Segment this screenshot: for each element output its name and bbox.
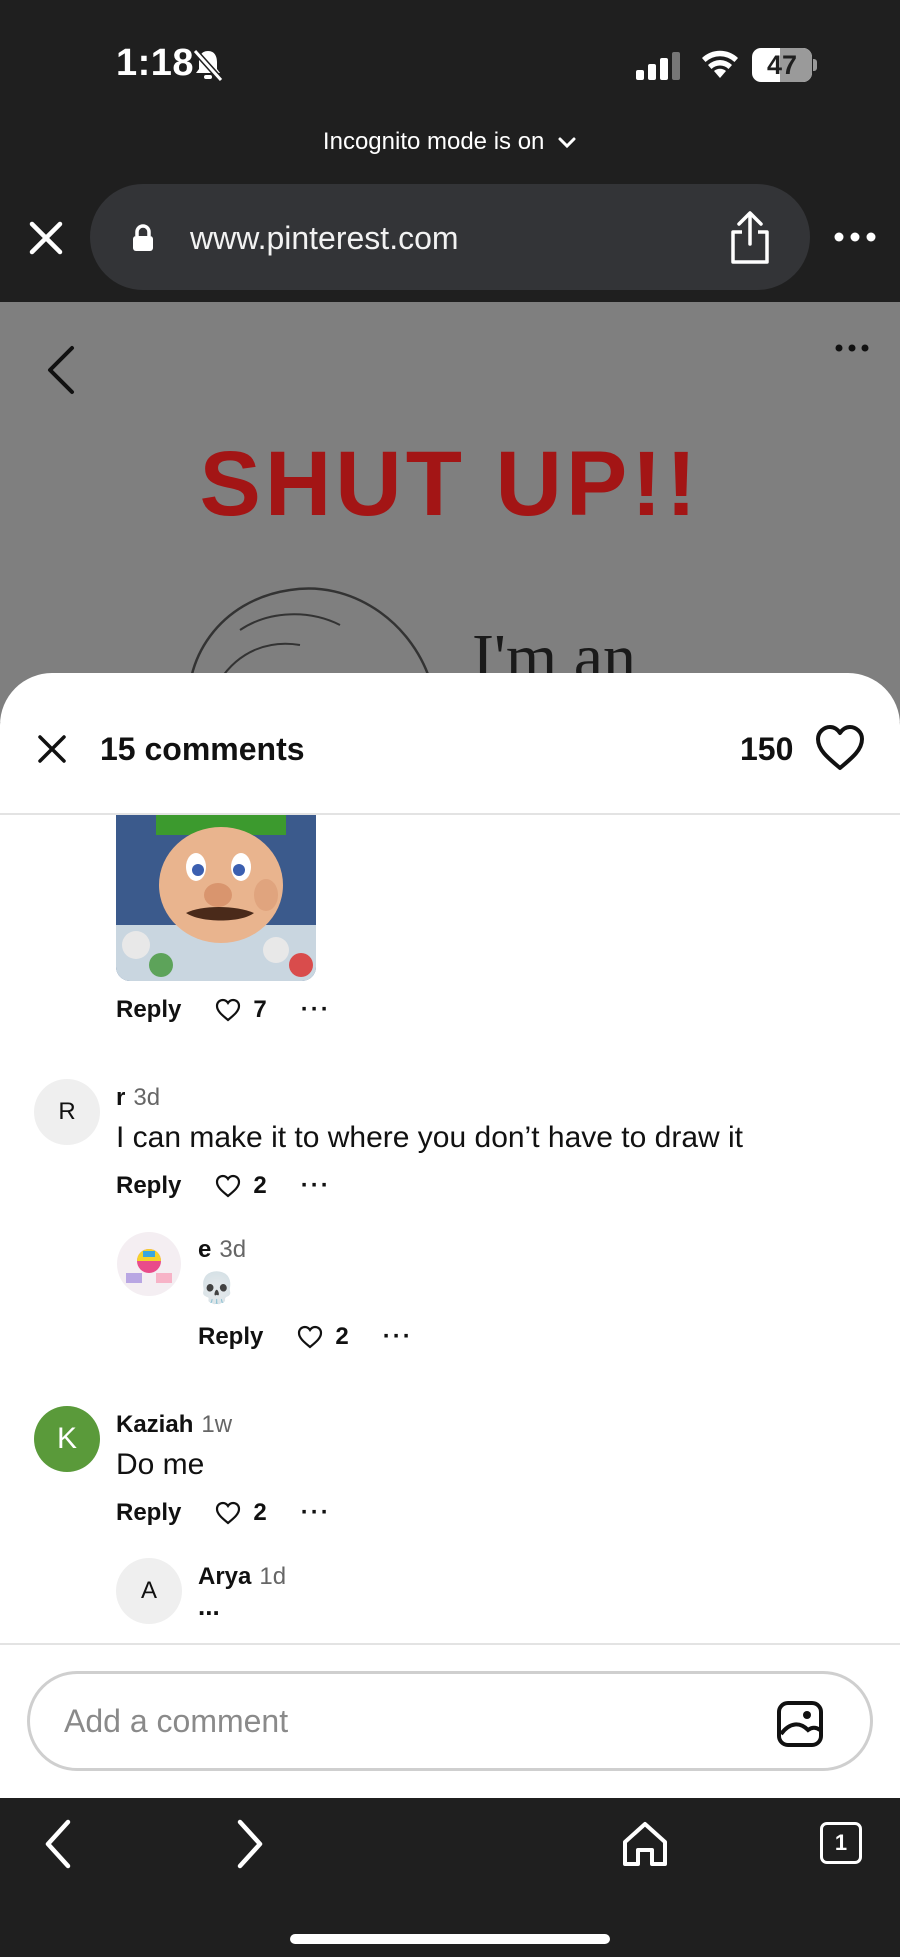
- status-bar: 1:18 47: [0, 0, 900, 120]
- more-options-icon[interactable]: ···: [301, 996, 331, 1024]
- close-comments-icon[interactable]: [32, 729, 72, 769]
- avatar[interactable]: [116, 1231, 182, 1297]
- comment-age: 3d: [219, 1236, 247, 1263]
- browser-menu-icon[interactable]: [830, 222, 880, 252]
- like-count: 2: [253, 1499, 267, 1526]
- tabs-button[interactable]: 1: [820, 1822, 862, 1864]
- like-count: 2: [335, 1323, 349, 1350]
- tab-count: 1: [834, 1830, 848, 1855]
- comment-age: 3d: [133, 1084, 161, 1111]
- image-picker-icon[interactable]: [776, 1700, 824, 1748]
- comment-input-bar: [0, 1643, 900, 1798]
- lock-icon: [133, 224, 153, 251]
- battery-indicator: 47: [752, 48, 817, 82]
- close-icon[interactable]: [22, 214, 70, 262]
- like-count: 7: [253, 996, 267, 1023]
- comment-text: 💀: [198, 1271, 236, 1306]
- comment-text: I can make it to where you don’t have to…: [116, 1121, 743, 1154]
- pin-image-area: SHUT UP!! I'm an: [0, 302, 900, 722]
- battery-percent: 47: [766, 50, 798, 80]
- cellular-signal-icon: [636, 52, 680, 80]
- reply-button[interactable]: Reply: [116, 1499, 181, 1527]
- comment-author[interactable]: r: [116, 1084, 125, 1111]
- avatar[interactable]: R: [34, 1079, 100, 1145]
- reply-author-line: Arya 1d: [198, 1563, 286, 1591]
- reply-button[interactable]: Reply: [116, 996, 181, 1024]
- comment-author[interactable]: Arya: [198, 1563, 251, 1590]
- wifi-icon: [702, 50, 738, 78]
- comment-age: 1d: [259, 1563, 287, 1590]
- comment-text: ...: [198, 1591, 220, 1621]
- comment-author-line: r 3d: [116, 1084, 160, 1112]
- incognito-label: Incognito mode is on: [322, 128, 545, 155]
- reply-author-line: e 3d: [198, 1236, 246, 1264]
- like-count: 2: [253, 1172, 267, 1199]
- chevron-down-icon: [558, 137, 576, 148]
- pin-likes-count: 150: [740, 731, 794, 767]
- back-arrow-icon[interactable]: [40, 342, 80, 398]
- url-text: www.pinterest.com: [190, 220, 459, 256]
- reply-button[interactable]: Reply: [198, 1323, 263, 1351]
- avatar[interactable]: K: [34, 1406, 100, 1472]
- comments-count: 15 comments: [100, 731, 305, 767]
- comment-gif-image[interactable]: [116, 815, 316, 981]
- avatar[interactable]: A: [116, 1558, 182, 1624]
- nav-back-icon[interactable]: [40, 1818, 76, 1870]
- comments-sheet: 15 comments 150 Reply 7 ··· R r 3d I can …: [0, 673, 900, 1798]
- incognito-notice[interactable]: Incognito mode is on: [0, 128, 900, 156]
- comment-age: 1w: [201, 1411, 233, 1438]
- heart-icon[interactable]: [297, 1325, 323, 1349]
- more-options-icon[interactable]: ···: [383, 1323, 413, 1351]
- more-options-icon[interactable]: ···: [301, 1499, 331, 1527]
- comment-actions: Reply 2 ···: [116, 1499, 331, 1527]
- home-indicator[interactable]: [290, 1934, 610, 1944]
- more-options-icon[interactable]: ···: [301, 1172, 331, 1200]
- home-icon[interactable]: [620, 1818, 670, 1868]
- comment-input[interactable]: [64, 1696, 744, 1746]
- pin-menu-icon[interactable]: [834, 338, 870, 358]
- pin-headline: SHUT UP!!: [199, 433, 701, 535]
- comment-author[interactable]: e: [198, 1236, 211, 1263]
- comments-header: 15 comments 150: [0, 673, 900, 815]
- browser-bottom-nav: 1: [0, 1798, 900, 1957]
- address-bar[interactable]: www.pinterest.com: [90, 184, 810, 290]
- status-time: 1:18: [116, 42, 195, 84]
- comment-actions: Reply 2 ···: [198, 1323, 413, 1351]
- comment-actions: Reply 2 ···: [116, 1172, 331, 1200]
- heart-icon[interactable]: [215, 1501, 241, 1525]
- comment-text: Do me: [116, 1448, 205, 1481]
- comment-author[interactable]: Kaziah: [116, 1411, 193, 1438]
- reply-button[interactable]: Reply: [116, 1172, 181, 1200]
- heart-icon[interactable]: [215, 1174, 241, 1198]
- share-icon[interactable]: [728, 210, 772, 266]
- heart-icon[interactable]: [215, 998, 241, 1022]
- nav-forward-icon[interactable]: [232, 1818, 268, 1870]
- comment-author-line: Kaziah 1w: [116, 1411, 232, 1439]
- bell-muted-icon: [192, 48, 224, 82]
- comment-actions: Reply 7 ···: [116, 996, 331, 1024]
- heart-icon[interactable]: [814, 724, 866, 772]
- comment-input-container[interactable]: [27, 1671, 873, 1771]
